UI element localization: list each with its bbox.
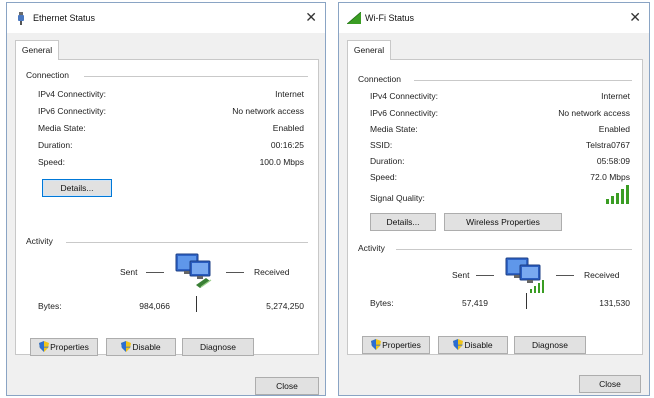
general-panel: Connection IPv4 Connectivity: Internet I… xyxy=(15,59,319,356)
disable-button[interactable]: Disable xyxy=(438,336,508,354)
speed-value: 72.0 Mbps xyxy=(590,172,630,182)
section-divider xyxy=(84,76,308,77)
media-state-value: Enabled xyxy=(598,124,630,134)
network-computers-icon xyxy=(174,251,218,293)
signal-quality-label: Signal Quality: xyxy=(370,193,425,203)
duration-value: 05:58:09 xyxy=(596,156,630,166)
general-panel: Connection IPv4 Connectivity: Internet I… xyxy=(347,59,643,355)
uac-shield-icon xyxy=(121,341,132,357)
connection-section-label: Connection xyxy=(26,70,70,80)
signal-strength-icon xyxy=(606,184,630,206)
bytes-divider xyxy=(196,296,197,312)
uac-shield-icon xyxy=(453,339,464,355)
section-divider xyxy=(414,80,632,81)
close-button[interactable]: Close xyxy=(255,377,319,395)
uac-shield-icon xyxy=(39,341,50,357)
ethernet-cable-icon xyxy=(15,12,27,25)
sent-label: Sent xyxy=(120,267,138,277)
properties-label: Properties xyxy=(382,340,421,350)
speed-label: Speed: xyxy=(370,172,397,182)
disable-button[interactable]: Disable xyxy=(106,338,176,356)
wifi-signal-icon xyxy=(346,11,362,25)
received-line xyxy=(226,272,244,273)
wireless-properties-button[interactable]: Wireless Properties xyxy=(444,213,562,231)
ethernet-status-window: Ethernet Status ✕ General Connection IPv… xyxy=(6,2,326,396)
connection-section-label: Connection xyxy=(358,74,402,84)
title-bar: Ethernet Status ✕ xyxy=(7,3,325,33)
activity-section-label: Activity xyxy=(26,236,53,246)
ipv6-connectivity-label: IPv6 Connectivity: xyxy=(38,106,107,116)
properties-button[interactable]: Properties xyxy=(362,336,430,354)
tab-general[interactable]: General xyxy=(15,40,59,60)
bytes-label: Bytes: xyxy=(38,301,62,311)
received-label: Received xyxy=(584,270,620,280)
media-state-label: Media State: xyxy=(370,124,418,134)
sent-line xyxy=(146,272,164,273)
diagnose-button[interactable]: Diagnose xyxy=(182,338,254,356)
activity-section-label: Activity xyxy=(358,243,385,253)
close-icon[interactable]: ✕ xyxy=(305,9,317,25)
properties-button[interactable]: Properties xyxy=(30,338,98,356)
media-state-value: Enabled xyxy=(272,123,304,133)
diagnose-button[interactable]: Diagnose xyxy=(514,336,586,354)
bytes-sent-value: 57,419 xyxy=(462,298,488,308)
received-line xyxy=(556,275,574,276)
ipv6-connectivity-value: No network access xyxy=(558,108,630,118)
ssid-label: SSID: xyxy=(370,140,393,150)
bytes-received-value: 131,530 xyxy=(599,298,630,308)
properties-label: Properties xyxy=(50,342,89,352)
window-title: Wi-Fi Status xyxy=(365,13,415,23)
uac-shield-icon xyxy=(371,339,382,355)
speed-value: 100.0 Mbps xyxy=(259,157,304,167)
disable-label: Disable xyxy=(464,340,493,350)
close-icon[interactable]: ✕ xyxy=(629,9,641,25)
ipv6-connectivity-label: IPv6 Connectivity: xyxy=(370,108,439,118)
bytes-received-value: 5,274,250 xyxy=(266,301,304,311)
ipv4-connectivity-label: IPv4 Connectivity: xyxy=(370,91,439,101)
ssid-value: Telstra0767 xyxy=(586,140,630,150)
section-divider xyxy=(396,249,632,250)
details-button[interactable]: Details... xyxy=(370,213,436,231)
window-title: Ethernet Status xyxy=(33,13,96,23)
details-button[interactable]: Details... xyxy=(42,179,112,197)
network-computers-icon xyxy=(504,255,548,297)
wifi-status-window: Wi-Fi Status ✕ General Connection IPv4 C… xyxy=(338,2,650,396)
title-bar: Wi-Fi Status ✕ xyxy=(339,3,649,33)
sent-line xyxy=(476,275,494,276)
ipv6-connectivity-value: No network access xyxy=(232,106,304,116)
bytes-label: Bytes: xyxy=(370,298,394,308)
bytes-sent-value: 984,066 xyxy=(139,301,170,311)
received-label: Received xyxy=(254,267,290,277)
duration-value: 00:16:25 xyxy=(270,140,304,150)
media-state-label: Media State: xyxy=(38,123,86,133)
ipv4-connectivity-label: IPv4 Connectivity: xyxy=(38,89,107,99)
bytes-divider xyxy=(526,293,527,309)
ipv4-connectivity-value: Internet xyxy=(275,89,304,99)
close-button[interactable]: Close xyxy=(579,375,641,393)
speed-label: Speed: xyxy=(38,157,65,167)
sent-label: Sent xyxy=(452,270,470,280)
duration-label: Duration: xyxy=(38,140,73,150)
ipv4-connectivity-value: Internet xyxy=(601,91,630,101)
section-divider xyxy=(66,242,308,243)
duration-label: Duration: xyxy=(370,156,405,166)
disable-label: Disable xyxy=(132,342,161,352)
tab-general[interactable]: General xyxy=(347,40,391,60)
